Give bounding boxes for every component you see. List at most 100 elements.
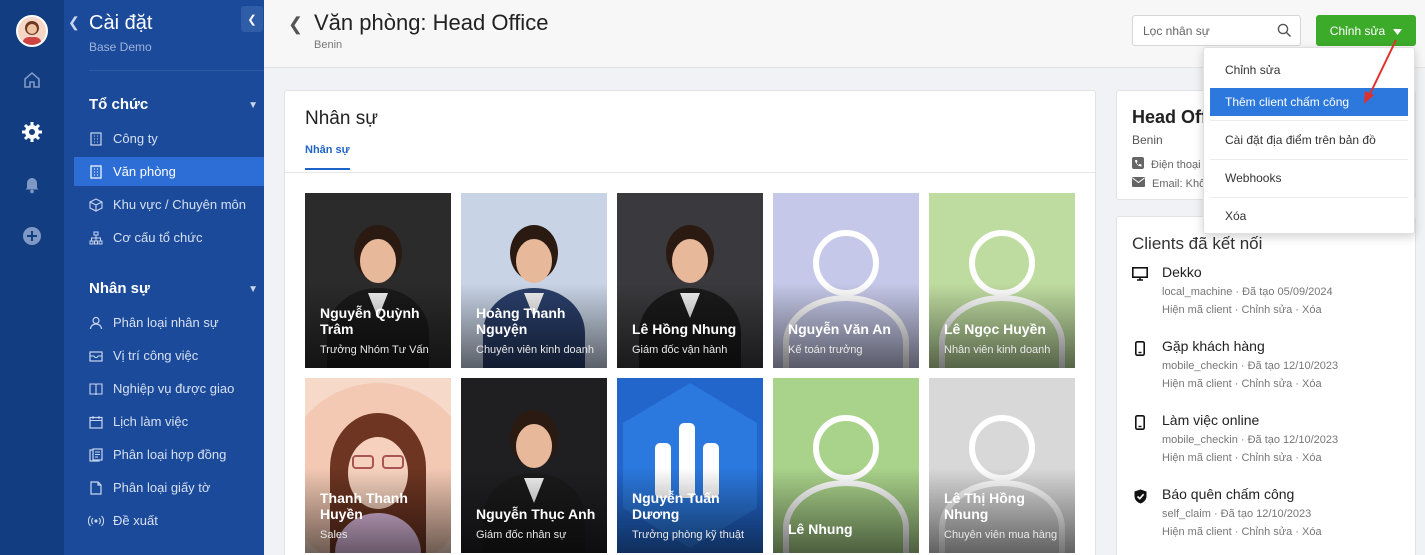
sidebar-item-job-positions[interactable]: Vị trí công việc xyxy=(74,341,264,370)
avatar[interactable] xyxy=(16,15,48,47)
office-icon xyxy=(88,164,104,180)
client-actions[interactable]: Hiện mã client · Chỉnh sửa · Xóa xyxy=(1162,526,1322,538)
page-title: Văn phòng: Head Office xyxy=(314,10,549,35)
group-title-staff[interactable]: Nhân sự xyxy=(89,280,150,297)
staff-role: Giám đốc nhân sự xyxy=(476,529,567,541)
staff-role: Chuyên viên kinh doanh xyxy=(476,344,595,356)
staff-card[interactable]: Nguyễn Văn An Kế toán trưởng xyxy=(773,193,919,368)
staff-card[interactable]: Hoàng Thanh Nguyện Chuyên viên kinh doanh xyxy=(461,193,607,368)
sidebar-item-document-types[interactable]: Phân loại giấy tờ xyxy=(74,473,264,502)
staff-name: Lê Nhung xyxy=(788,521,853,537)
staff-name: Lê Ngọc Huyền xyxy=(944,321,1046,337)
edit-button-label: Chỉnh sửa xyxy=(1329,23,1386,38)
staff-role: Nhân viên kinh doanh xyxy=(944,344,1051,356)
user-icon xyxy=(88,315,104,331)
sidebar-item-label: Khu vực / Chuyên môn xyxy=(113,197,246,212)
sidebar-item-region[interactable]: Khu vực / Chuyên môn xyxy=(74,190,264,219)
sidebar-item-org-structure[interactable]: Cơ cấu tổ chức xyxy=(74,223,264,252)
client-meta: mobile_checkin · Đã tạo 12/10/2023 xyxy=(1162,434,1339,446)
menu-separator xyxy=(1210,159,1408,160)
mobile-icon xyxy=(1132,414,1148,430)
building-icon xyxy=(88,131,104,147)
divider xyxy=(89,70,264,71)
tile-overlay xyxy=(773,468,919,553)
home-icon[interactable] xyxy=(20,68,44,92)
tab-staff[interactable]: Nhân sự xyxy=(305,144,350,170)
add-circle-icon[interactable] xyxy=(20,224,44,248)
mail-icon xyxy=(1132,177,1145,190)
menu-item-webhooks[interactable]: Webhooks xyxy=(1210,164,1408,192)
bell-icon[interactable] xyxy=(20,172,44,196)
staff-role: Trưởng Nhóm Tư Vấn xyxy=(320,344,429,356)
staff-name: Nguyễn Quỳnh Trâm xyxy=(320,305,420,337)
search-input[interactable]: Lọc nhân sự xyxy=(1132,15,1301,46)
staff-card[interactable]: Nguyễn Tuấn Dương Trưởng phòng kỹ thuật xyxy=(617,378,763,553)
sidebar-item-label: Đề xuất xyxy=(113,513,158,528)
client-meta: mobile_checkin · Đã tạo 12/10/2023 xyxy=(1162,360,1339,372)
chevron-down-icon[interactable]: ▼ xyxy=(248,284,258,295)
menu-separator xyxy=(1210,120,1408,121)
staff-card[interactable]: Lê Hồng Nhung Giám đốc vận hành xyxy=(617,193,763,368)
sidebar-item-label: Lịch làm việc xyxy=(113,414,189,429)
sidebar-item-assigned-tasks[interactable]: Nghiệp vụ được giao xyxy=(74,374,264,403)
menu-item-delete[interactable]: Xóa xyxy=(1210,202,1408,230)
staff-card[interactable]: Lê Thị Hồng Nhung Chuyên viên mua hàng xyxy=(929,378,1075,553)
collapse-sidebar-button[interactable]: ❮ xyxy=(241,6,263,32)
sidebar-item-contract-types[interactable]: Phân loại hợp đồng xyxy=(74,440,264,469)
staff-card[interactable]: Nguyễn Quỳnh Trâm Trưởng Nhóm Tư Vấn xyxy=(305,193,451,368)
client-name: Làm việc online xyxy=(1162,412,1260,428)
sidebar-item-company[interactable]: Công ty xyxy=(74,124,264,153)
staff-card[interactable]: Thanh Thanh Huyền Sales xyxy=(305,378,451,553)
staff-name: Nguyễn Thục Anh xyxy=(476,506,596,522)
sidebar-item-label: Công ty xyxy=(113,131,158,146)
staff-card[interactable]: Nguyễn Thục Anh Giám đốc nhân sự xyxy=(461,378,607,553)
staff-role: Kế toán trưởng xyxy=(788,344,863,356)
client-actions[interactable]: Hiện mã client · Chỉnh sửa · Xóa xyxy=(1162,452,1322,464)
client-actions[interactable]: Hiện mã client · Chỉnh sửa · Xóa xyxy=(1162,378,1322,390)
contract-icon xyxy=(88,447,104,463)
staff-name: Lê Hồng Nhung xyxy=(632,321,737,337)
client-meta: self_claim · Đã tạo 12/10/2023 xyxy=(1162,508,1312,520)
phone-label: Điện thoại xyxy=(1151,158,1201,171)
office-email: Email: Khô xyxy=(1132,177,1205,190)
staff-role: Sales xyxy=(320,529,348,541)
menu-item-map-location-settings[interactable]: Cài đặt địa điểm trên bản đồ xyxy=(1210,126,1408,154)
staff-name: Nguyễn Tuấn Dương xyxy=(632,490,720,522)
staff-card[interactable]: Lê Ngọc Huyền Nhân viên kinh doanh xyxy=(929,193,1075,368)
back-chevron-icon[interactable]: ❮ xyxy=(288,14,303,35)
sidebar-item-label: Phân loại giấy tờ xyxy=(113,480,211,495)
org-chart-icon xyxy=(88,230,104,246)
sidebar-item-staff-types[interactable]: Phân loại nhân sự xyxy=(74,308,264,337)
calendar-icon xyxy=(88,414,104,430)
icon-rail xyxy=(0,0,64,555)
phone-icon xyxy=(1132,157,1144,172)
sidebar-title: Cài đặt xyxy=(89,12,153,34)
sidebar-subtitle: Base Demo xyxy=(89,40,152,54)
chevron-down-icon[interactable]: ▼ xyxy=(248,100,258,111)
sidebar-item-label: Phân loại nhân sự xyxy=(113,315,219,330)
sidebar-item-proposals[interactable]: Đề xuất xyxy=(74,506,264,535)
monitor-icon xyxy=(1132,266,1148,282)
page-subtitle: Benin xyxy=(314,39,343,51)
sidebar-item-work-schedule[interactable]: Lịch làm việc xyxy=(74,407,264,436)
clients-title: Clients đã kết nối xyxy=(1132,234,1263,253)
connected-clients-card: Clients đã kết nối Dekko local_machine ·… xyxy=(1116,216,1416,555)
client-name: Dekko xyxy=(1162,264,1202,280)
inbox-icon xyxy=(88,348,104,364)
sidebar-item-label: Phân loại hợp đồng xyxy=(113,447,227,462)
client-meta: local_machine · Đã tạo 05/09/2024 xyxy=(1162,286,1333,298)
sidebar-item-office[interactable]: Văn phòng xyxy=(74,157,264,186)
gear-icon[interactable] xyxy=(20,120,44,144)
back-chevron-icon[interactable]: ❮ xyxy=(68,14,80,31)
client-actions[interactable]: Hiện mã client · Chỉnh sửa · Xóa xyxy=(1162,304,1322,316)
staff-name: Thanh Thanh Huyền xyxy=(320,490,408,522)
search-icon[interactable] xyxy=(1277,23,1292,41)
group-title-organization[interactable]: Tổ chức xyxy=(89,96,148,113)
annotation-arrow-icon xyxy=(1364,39,1397,104)
office-location: Benin xyxy=(1132,133,1163,147)
staff-role: Giám đốc vận hành xyxy=(632,344,728,356)
staff-card[interactable]: Lê Nhung xyxy=(773,378,919,553)
broadcast-icon xyxy=(88,513,104,529)
panel-title: Nhân sự xyxy=(305,108,378,129)
search-placeholder: Lọc nhân sự xyxy=(1143,23,1210,38)
